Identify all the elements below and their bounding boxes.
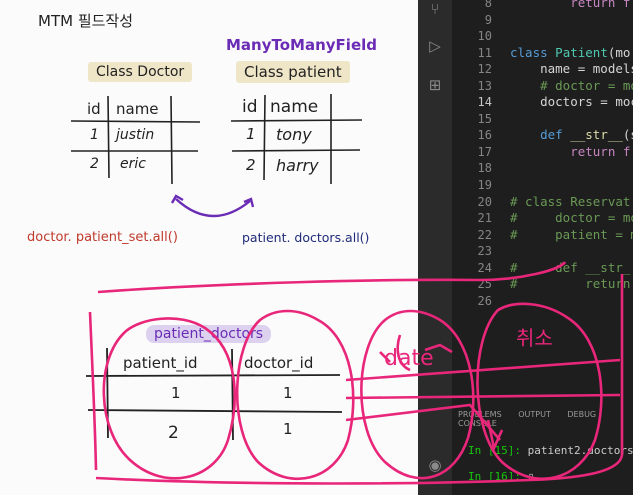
patient-table-grid — [230, 94, 363, 184]
pink-annotations — [88, 261, 624, 485]
annotation-korean: 취소 — [516, 326, 553, 350]
annotation-date: date — [384, 346, 434, 371]
double-arrow-icon — [175, 198, 251, 218]
doctor-table-grid — [70, 95, 201, 185]
ink-overlay: date 취소 — [70, 94, 624, 485]
join-table-grid — [85, 347, 343, 441]
